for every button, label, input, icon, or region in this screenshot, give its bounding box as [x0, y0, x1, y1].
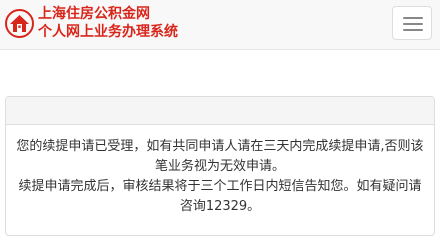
- site-title[interactable]: 上海住房公积金网 个人网上业务办理系统: [38, 5, 178, 41]
- top-navbar: 上海住房公积金网 个人网上业务办理系统: [0, 0, 440, 50]
- site-title-line2: 个人网上业务办理系统: [38, 24, 178, 40]
- menu-toggle-button[interactable]: [392, 6, 432, 40]
- panel-body: 您的续提申请已受理，如有共同申请人请在三天内完成续提申请,否则该笔业务视为无效申…: [6, 125, 434, 217]
- house-logo-icon[interactable]: [5, 9, 34, 38]
- notice-message-2: 续提申请完成后，审核结果将于三个工作日内短信告知您。如有疑问请咨询12329。: [18, 179, 422, 214]
- panel-heading: [6, 97, 434, 125]
- notice-message-1: 您的续提申请已受理，如有共同申请人请在三天内完成续提申请,否则该笔业务视为无效申…: [16, 139, 424, 174]
- notice-panel: 您的续提申请已受理，如有共同申请人请在三天内完成续提申请,否则该笔业务视为无效申…: [5, 96, 435, 236]
- site-title-line1: 上海住房公积金网: [38, 6, 150, 22]
